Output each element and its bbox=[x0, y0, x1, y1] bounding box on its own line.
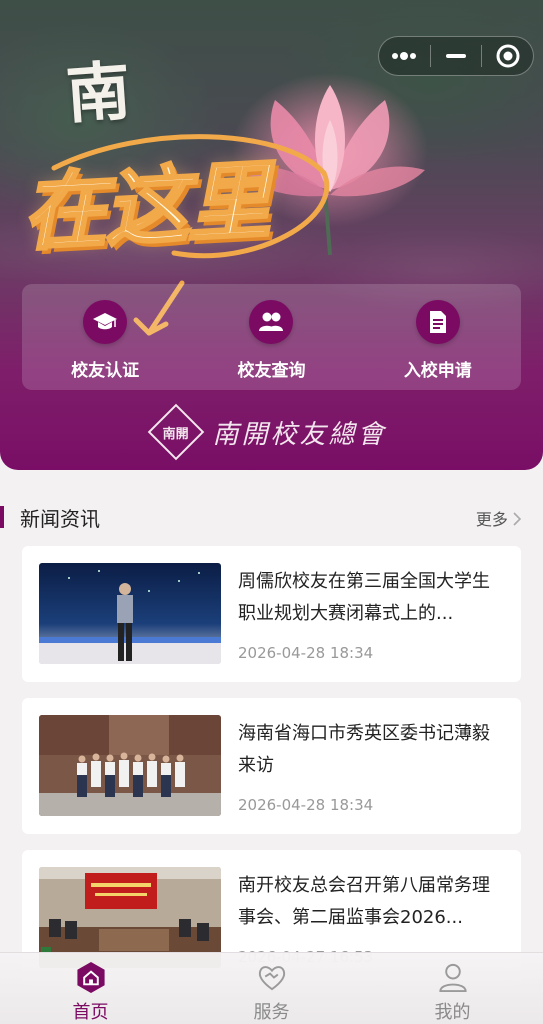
association-logo: 南開 南開校友總會 bbox=[0, 403, 543, 461]
news-headline: 南开校友总会召开第八届常务理事会、第二届监事会2026... bbox=[238, 875, 490, 928]
section-accent-bar bbox=[0, 506, 4, 528]
campus-entry-button[interactable]: 入校申请 bbox=[355, 284, 521, 390]
association-name: 南開校友總會 bbox=[212, 419, 387, 450]
hero-slogan: 在这里 bbox=[18, 150, 272, 264]
more-dots-icon[interactable] bbox=[379, 37, 430, 75]
news-section-header: 新闻资讯 更多 bbox=[0, 500, 543, 534]
people-icon bbox=[249, 300, 294, 344]
news-thumbnail bbox=[39, 563, 221, 664]
alumni-verify-label: 校友认证 bbox=[71, 361, 140, 381]
news-thumbnail bbox=[39, 715, 221, 816]
campus-entry-label: 入校申请 bbox=[403, 361, 472, 381]
document-icon bbox=[415, 300, 460, 344]
target-circle-icon[interactable] bbox=[482, 37, 533, 75]
brand-character: 南 bbox=[63, 53, 133, 134]
news-headline: 海南省海口市秀英区委书记薄毅来访 bbox=[238, 723, 490, 776]
tab-home-label: 首页 bbox=[72, 1002, 109, 1023]
home-icon bbox=[76, 961, 105, 994]
alumni-search-button[interactable]: 校友查询 bbox=[188, 284, 354, 390]
news-more-label: 更多 bbox=[475, 510, 508, 529]
user-icon bbox=[438, 963, 467, 993]
association-seal: 南開 bbox=[148, 403, 205, 461]
tab-profile-label: 我的 bbox=[434, 1002, 471, 1023]
tab-services[interactable]: 服务 bbox=[181, 953, 362, 1024]
tab-services-label: 服务 bbox=[253, 1002, 290, 1023]
tab-profile[interactable]: 我的 bbox=[362, 953, 543, 1024]
news-headline: 周儒欣校友在第三届全国大学生职业规划大赛闭幕式上的... bbox=[238, 571, 490, 624]
heart-handshake-icon bbox=[258, 966, 285, 991]
bottom-tab-bar: 首页 服务 我的 bbox=[0, 952, 543, 1024]
news-date: 2026-04-28 18:34 bbox=[238, 644, 374, 662]
chevron-right-icon bbox=[513, 512, 522, 526]
news-more-link[interactable]: 更多 bbox=[475, 506, 522, 530]
quick-actions-panel: 校友认证 校友查询 入校申请 bbox=[22, 284, 521, 390]
news-card[interactable]: 周儒欣校友在第三届全国大学生职业规划大赛闭幕式上的... 2026-04-28 … bbox=[22, 546, 521, 682]
minimize-icon[interactable] bbox=[431, 37, 482, 75]
news-card[interactable]: 海南省海口市秀英区委书记薄毅来访 2026-04-28 18:34 bbox=[22, 698, 521, 834]
hero-banner: 南 在这里 校友认证 校友查询 入校申请 南開 南開校友總會 bbox=[0, 0, 543, 470]
alumni-verify-button[interactable]: 校友认证 bbox=[22, 284, 188, 390]
news-section-title: 新闻资讯 bbox=[20, 507, 100, 531]
miniprogram-capsule bbox=[378, 36, 534, 76]
alumni-search-label: 校友查询 bbox=[237, 361, 306, 381]
news-date: 2026-04-28 18:34 bbox=[238, 796, 374, 814]
graduation-cap-icon bbox=[83, 300, 128, 344]
tab-home[interactable]: 首页 bbox=[0, 953, 181, 1024]
